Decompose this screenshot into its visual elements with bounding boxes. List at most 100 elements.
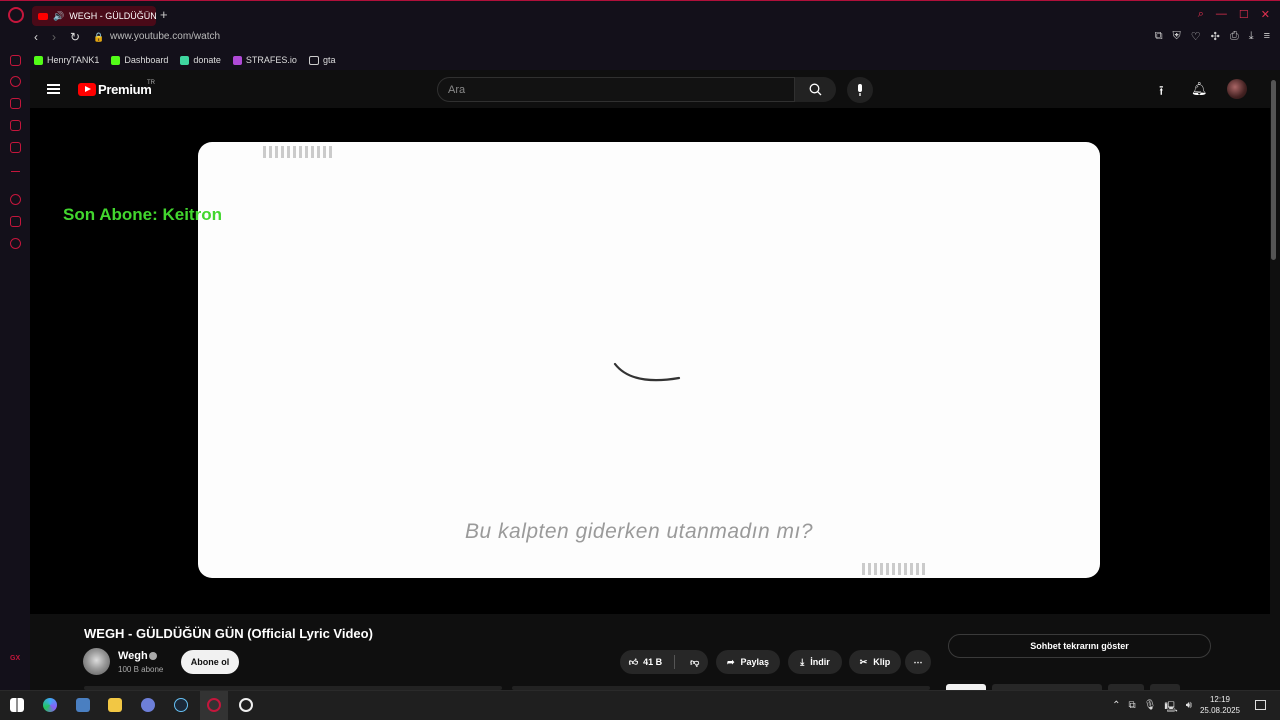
address-bar-icons: ⧉ ⛨ ♡ ✣ ⎙ ⤓ ≡	[1155, 30, 1270, 43]
bookmarks-bar: HenryTANK1 Dashboard donate STRAFES.io g…	[0, 50, 1280, 70]
start-icon[interactable]	[10, 698, 24, 712]
notifications-bell-icon[interactable]: 🔔︎	[1191, 81, 1208, 97]
region-code: TR	[147, 80, 155, 86]
microphone-tray-icon[interactable]: 🎙︎	[1144, 700, 1157, 717]
steam-icon[interactable]	[174, 698, 188, 712]
back-icon[interactable]: ‹	[34, 30, 38, 44]
channel-avatar[interactable]	[83, 648, 110, 675]
sidebar-messenger-icon[interactable]	[10, 55, 21, 66]
bookmark-folder-gta[interactable]: gta	[308, 55, 335, 65]
lyric-text: Bu kalpten giderken utanmadın mı?	[465, 520, 814, 543]
sidebar-music-icon[interactable]	[10, 142, 21, 153]
copilot-icon[interactable]	[43, 698, 57, 712]
tab-title: WEGH - GÜLDÜĞÜN G	[69, 11, 156, 21]
clip-button[interactable]: ✂ Klip	[849, 650, 901, 674]
search-icon	[809, 83, 822, 96]
download-icon: ⤓	[800, 656, 805, 667]
bookmark-henrytank1[interactable]: HenryTANK1	[34, 55, 99, 65]
minimize-icon[interactable]: —	[1216, 8, 1227, 21]
maximize-icon[interactable]: ☐	[1239, 8, 1249, 21]
snapshot-icon[interactable]: ⧉	[1155, 30, 1163, 43]
bookmark-donate[interactable]: donate	[180, 55, 221, 65]
calculator-icon[interactable]	[76, 698, 90, 712]
youtube-favicon-icon	[38, 12, 48, 20]
bookmark-strafes[interactable]: STRAFES.io	[232, 55, 297, 65]
extensions-icon[interactable]: ✣	[1211, 30, 1220, 43]
app-icon[interactable]	[141, 698, 155, 712]
guide-menu-icon[interactable]	[47, 84, 60, 94]
dislike-button[interactable]: 👎︎	[690, 657, 699, 668]
windows-taskbar	[0, 690, 1280, 720]
kick-icon	[34, 55, 43, 65]
gx-label[interactable]: GX	[10, 655, 20, 662]
search-input[interactable]	[438, 78, 788, 102]
upload-icon[interactable]: ⭱	[1159, 82, 1164, 104]
app-taskbar-icon[interactable]	[239, 698, 253, 712]
search-button[interactable]	[795, 77, 836, 102]
volume-icon[interactable]: 🔊︎	[1186, 700, 1192, 717]
downloads-icon[interactable]: ⤓	[1249, 30, 1254, 43]
kick-icon	[111, 55, 121, 65]
scrollbar-thumb[interactable]	[1271, 80, 1276, 260]
video-title: WEGH - GÜLDÜĞÜN GÜN (Official Lyric Vide…	[84, 626, 373, 641]
chevron-up-icon[interactable]: ⌃	[1112, 700, 1120, 717]
share-button[interactable]: ➦ Paylaş	[716, 650, 780, 674]
wallet-icon[interactable]: ⎙	[1230, 30, 1239, 43]
like-button[interactable]: 👍︎ 41 B	[629, 657, 662, 668]
file-explorer-icon[interactable]	[108, 698, 122, 712]
close-icon[interactable]: ✕	[1261, 8, 1270, 21]
lock-icon[interactable]: 🔒	[93, 32, 104, 43]
thumbs-down-icon: 👎︎	[690, 656, 700, 667]
menu-icon[interactable]: ≡	[1264, 30, 1270, 43]
heart-icon[interactable]: ♡	[1191, 30, 1201, 43]
strafes-icon	[232, 55, 242, 65]
speaker-icon[interactable]: 🔊	[53, 11, 64, 22]
navigation-buttons: ‹ › ↻	[34, 30, 80, 44]
download-label: İndir	[810, 657, 830, 667]
like-dislike-group: 👍︎ 41 B 👎︎	[620, 650, 708, 674]
tray-app-icon[interactable]: ⧉	[1129, 700, 1136, 717]
latest-subscriber-overlay: Son Abone: Keitron	[63, 205, 222, 224]
subscribe-button[interactable]: Abone ol	[181, 650, 239, 674]
notifications-icon[interactable]	[1255, 700, 1266, 710]
bookmark-dashboard[interactable]: Dashboard	[111, 55, 168, 65]
frame-sketch-mark	[263, 146, 335, 158]
thumbs-up-icon: 👍︎	[628, 656, 639, 667]
share-label: Paylaş	[740, 657, 770, 667]
account-avatar[interactable]	[1227, 79, 1247, 99]
system-clock[interactable]: 12:19 25.08.2025	[1200, 694, 1240, 716]
show-chat-replay-button[interactable]: Sohbet tekrarını göster	[948, 634, 1211, 658]
reload-icon[interactable]: ↻	[70, 30, 80, 44]
download-button[interactable]: ⤓ İndir	[788, 650, 842, 674]
donate-icon	[180, 55, 190, 65]
sidebar-gaming-icon[interactable]	[10, 98, 21, 109]
channel-name[interactable]: Wegh	[118, 650, 148, 662]
new-tab-button[interactable]: +	[160, 7, 168, 22]
youtube-premium-logo[interactable]: Premium	[98, 82, 152, 97]
subscriber-count: 100 B abone	[118, 665, 164, 674]
sidebar-settings-icon[interactable]	[10, 238, 21, 249]
sidebar-clock-icon[interactable]	[10, 194, 21, 205]
clock-time: 12:19	[1209, 695, 1230, 704]
opera-logo-icon[interactable]	[8, 7, 24, 23]
frame-sketch-mark	[862, 563, 926, 575]
voice-search-button[interactable]	[847, 77, 873, 103]
url-field[interactable]: www.youtube.com/watch	[110, 31, 220, 42]
more-actions-button[interactable]: ⋯	[905, 650, 931, 674]
sidebar-history-icon[interactable]	[10, 76, 21, 87]
folder-icon	[308, 55, 319, 65]
browser-tab[interactable]: 🔊 WEGH - GÜLDÜĞÜN G	[32, 6, 156, 26]
clip-label: Klip	[873, 657, 891, 667]
opera-gx-taskbar-icon[interactable]	[207, 698, 221, 712]
forward-icon[interactable]: ›	[52, 30, 56, 44]
browser-tab-bar	[0, 0, 1280, 31]
network-icon[interactable]: 🖳	[1164, 700, 1177, 717]
sidebar-twitch-icon[interactable]	[10, 120, 21, 131]
sidebar-mods-icon[interactable]	[10, 216, 21, 227]
youtube-logo-icon[interactable]	[78, 83, 96, 96]
search-tabs-icon[interactable]: ⌕	[1198, 8, 1204, 21]
search-box	[437, 77, 795, 102]
share-icon: ➦	[726, 656, 735, 667]
shield-icon[interactable]: ⛨	[1173, 30, 1181, 43]
sidebar-divider	[11, 171, 20, 172]
